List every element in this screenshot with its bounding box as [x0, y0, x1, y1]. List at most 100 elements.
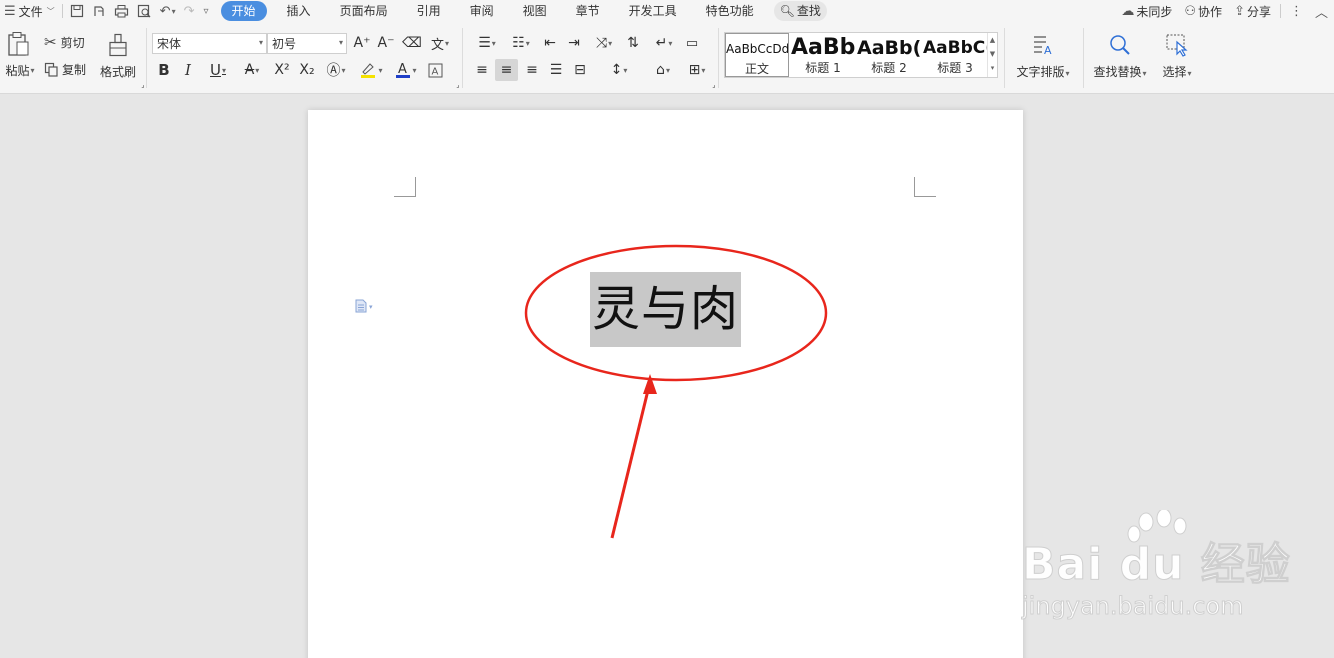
- superscript-button[interactable]: X²: [272, 60, 292, 80]
- justify-button[interactable]: ☰: [546, 60, 566, 80]
- annotation-arrow-head: [643, 374, 657, 394]
- select-button[interactable]: 选择▾: [1154, 30, 1200, 82]
- collaborate-button[interactable]: ⚇ 协作: [1178, 0, 1228, 22]
- font-dialog-launcher[interactable]: ⌟: [455, 81, 461, 89]
- chevron-down-icon: ▿: [203, 5, 209, 17]
- print-button[interactable]: [110, 0, 133, 22]
- decrease-indent-button[interactable]: ⇤: [540, 33, 560, 53]
- increase-indent-button[interactable]: ⇥: [564, 33, 584, 53]
- ruler-button[interactable]: ▭: [682, 33, 702, 53]
- grow-font-button[interactable]: A⁺: [352, 33, 372, 53]
- clipboard-dialog-launcher[interactable]: ⌟: [140, 81, 146, 89]
- styles-scroll[interactable]: ▲ ▼ ▾: [987, 33, 997, 77]
- file-menu[interactable]: ☰ 文件 ﹀: [0, 0, 59, 22]
- style-name: 标题 3: [937, 61, 973, 75]
- cut-button[interactable]: ✂ 剪切: [44, 33, 94, 51]
- print-preview-button[interactable]: [133, 0, 156, 22]
- chevron-down-icon: ▾: [255, 65, 260, 75]
- italic-button[interactable]: I: [180, 60, 196, 80]
- distribute-button[interactable]: ⊟: [570, 60, 590, 80]
- highlight-button[interactable]: ▾: [356, 60, 386, 80]
- clear-format-button[interactable]: ⌫: [402, 33, 422, 53]
- style-heading-1[interactable]: AaBb 标题 1: [791, 33, 855, 77]
- export-button[interactable]: [88, 0, 110, 22]
- paragraph-dialog-launcher[interactable]: ⌟: [711, 81, 717, 89]
- undo-button[interactable]: ↶ ▾: [156, 0, 180, 22]
- find-replace-button[interactable]: 查找替换▾: [1088, 30, 1152, 82]
- hamburger-icon: ☰: [4, 3, 16, 19]
- tab-view[interactable]: 视图: [514, 1, 556, 21]
- style-name: 标题 1: [805, 61, 841, 75]
- quick-access-more[interactable]: ▿: [199, 0, 213, 22]
- tab-chapter[interactable]: 章节: [567, 1, 609, 21]
- align-right-button[interactable]: ≡: [522, 60, 542, 80]
- style-heading-3[interactable]: AaBbC( 标题 3: [923, 33, 987, 77]
- sort-button[interactable]: ⇅: [623, 33, 643, 53]
- underline-button[interactable]: U ▾: [204, 60, 232, 80]
- style-heading-2[interactable]: AaBb( 标题 2: [857, 33, 921, 77]
- strikethrough-button[interactable]: A ▾: [238, 60, 266, 80]
- bullets-button[interactable]: ☰ ▾: [472, 33, 502, 53]
- numbering-button[interactable]: ☷ ▾: [506, 33, 536, 53]
- tab-features[interactable]: 特色功能: [697, 1, 763, 21]
- tab-review[interactable]: 审阅: [461, 1, 503, 21]
- baidu-jingyan-watermark: Bai du 经验 jingyan.baidu.com: [1020, 510, 1320, 630]
- font-name-select[interactable]: 宋体 ▾: [152, 33, 267, 54]
- share-label: 分享: [1246, 4, 1271, 19]
- eraser-icon: ⌫: [402, 35, 422, 51]
- copy-button[interactable]: 复制: [44, 60, 94, 78]
- font-color-button[interactable]: A ▾: [392, 60, 420, 80]
- tab-home[interactable]: 开始: [220, 1, 267, 21]
- share-button[interactable]: ⇪ 分享: [1228, 0, 1277, 22]
- paste-button[interactable]: [3, 30, 33, 58]
- format-painter-icon: [109, 33, 127, 56]
- align-center-icon: ≡: [500, 62, 513, 78]
- shading-button[interactable]: ⌂ ▾: [648, 60, 678, 80]
- subscript-button[interactable]: X₂: [297, 60, 317, 80]
- svg-text:A: A: [431, 66, 438, 77]
- chevron-down-icon: ▾: [491, 38, 496, 48]
- launcher-icon: ⌟: [141, 81, 145, 89]
- save-button[interactable]: [66, 0, 88, 22]
- shrink-font-button[interactable]: A⁻: [376, 33, 396, 53]
- sync-label: 未同步: [1136, 4, 1173, 19]
- font-size-select[interactable]: 初号 ▾: [267, 33, 347, 54]
- align-center-button[interactable]: ≡: [495, 59, 518, 81]
- tab-references[interactable]: 引用: [408, 1, 450, 21]
- format-painter-button[interactable]: 格式刷: [99, 30, 137, 82]
- style-normal[interactable]: AaBbCcDd 正文: [725, 33, 789, 77]
- find-replace-label: 查找替换▾: [1093, 64, 1147, 79]
- tab-page-layout[interactable]: 页面布局: [331, 1, 397, 21]
- document-page[interactable]: ▾ 灵与肉: [308, 110, 1023, 658]
- font-name-value: 宋体: [157, 37, 182, 51]
- collapse-ribbon-button[interactable]: ︿: [1309, 0, 1334, 22]
- chevron-down-icon: ▾: [608, 38, 613, 48]
- sync-status[interactable]: ☁ 未同步: [1115, 0, 1178, 22]
- more-options-button[interactable]: ⋮: [1284, 0, 1309, 22]
- numbered-list-icon: ☷: [512, 35, 525, 51]
- text-effect-button[interactable]: Ⓐ ▾: [322, 60, 350, 80]
- redo-button[interactable]: ↷: [180, 0, 199, 22]
- search-icon: 🔍︎: [779, 4, 795, 18]
- paragraph-marks-button[interactable]: ↵ ▾: [649, 33, 679, 53]
- chevron-up-icon: ▲: [989, 36, 996, 44]
- bold-button[interactable]: B: [156, 60, 172, 80]
- print-preview-icon: [137, 4, 151, 18]
- borders-button[interactable]: ⊞ ▾: [682, 60, 712, 80]
- char-border-button[interactable]: A: [426, 60, 444, 80]
- separator: [1004, 28, 1005, 88]
- file-menu-label: 文件: [18, 4, 43, 19]
- align-left-button[interactable]: ≡: [472, 60, 492, 80]
- phonetic-guide-button[interactable]: 文 ▾: [426, 33, 454, 53]
- paste-menu[interactable]: 粘贴 ▾: [2, 62, 38, 78]
- ribbon-tabs: 开始 插入 页面布局 引用 审阅 视图 章节 开发工具 特色功能 🔍︎ 查找: [220, 0, 827, 22]
- search-command[interactable]: 🔍︎ 查找: [773, 1, 827, 21]
- font-color-icon: A: [396, 62, 411, 78]
- line-spacing-button[interactable]: ↕ ▾: [604, 60, 634, 80]
- tab-insert[interactable]: 插入: [278, 1, 320, 21]
- cut-label: 剪切: [60, 35, 85, 50]
- paragraph-marks-icon: ↵: [655, 35, 668, 51]
- tab-developer[interactable]: 开发工具: [620, 1, 686, 21]
- text-direction-button[interactable]: ⤨ ▾: [589, 33, 619, 53]
- text-layout-button[interactable]: A 文字排版▾: [1010, 30, 1076, 82]
